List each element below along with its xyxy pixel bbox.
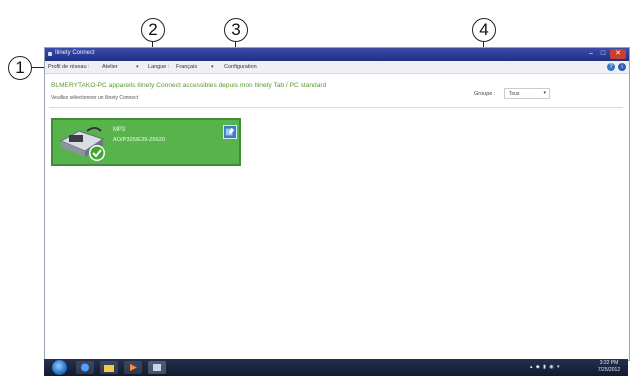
- profile-select[interactable]: Atelier: [102, 64, 118, 70]
- language-select[interactable]: Français: [176, 64, 197, 70]
- browser-icon: [81, 363, 89, 372]
- device-tile[interactable]: MP3 AO/P325/E39-Z6620: [51, 118, 241, 166]
- device-config-icon[interactable]: [223, 125, 237, 139]
- help-icon[interactable]: ?: [607, 63, 615, 71]
- app-icon: [48, 52, 52, 56]
- title-bar: Ilinety Connect – □ ✕: [45, 48, 629, 61]
- minimize-button[interactable]: –: [585, 49, 597, 59]
- start-button[interactable]: [52, 360, 67, 375]
- close-button[interactable]: ✕: [610, 49, 626, 59]
- profile-chevron-down-icon[interactable]: ▾: [136, 64, 139, 70]
- language-label: Langue :: [148, 64, 170, 70]
- group-chevron-down-icon: ▾: [543, 90, 546, 96]
- profile-label: Profil de réseau :: [48, 64, 90, 70]
- device-connected-icon: [59, 127, 105, 161]
- maximize-button[interactable]: □: [597, 49, 609, 59]
- app-window: Ilinety Connect – □ ✕ Profil de réseau :…: [44, 47, 630, 361]
- taskbar: ▴ ◆ ▮ ◉ ▾ 3:22 PM 7/25/2012: [44, 359, 628, 376]
- clock-date: 7/25/2012: [597, 367, 621, 373]
- callout-2: 2: [141, 18, 165, 42]
- divider: [49, 107, 623, 108]
- group-select[interactable]: Tous ▾: [504, 88, 550, 99]
- taskbar-explorer[interactable]: [100, 361, 118, 374]
- taskbar-browser[interactable]: [76, 361, 94, 374]
- callout-1: 1: [8, 56, 32, 80]
- info-icon[interactable]: i: [618, 63, 626, 71]
- group-label: Groupe :: [474, 91, 496, 97]
- device-serial: AO/P325/E39-Z6620: [113, 137, 165, 143]
- app-icon-taskbar: [153, 364, 161, 371]
- clock[interactable]: 3:22 PM 7/25/2012: [593, 360, 625, 374]
- clock-time: 3:22 PM: [599, 360, 619, 366]
- configuration-menu[interactable]: Configuration: [224, 64, 257, 70]
- language-chevron-down-icon[interactable]: ▾: [211, 64, 214, 70]
- taskbar-app[interactable]: [148, 361, 166, 374]
- callout-4: 4: [472, 18, 496, 42]
- media-icon: [130, 364, 137, 371]
- folder-icon: [104, 365, 114, 372]
- group-select-value: Tous: [509, 90, 520, 97]
- device-name: MP3: [113, 127, 126, 133]
- selection-hint: Veuillez sélectionner un Ilinety Connect: [51, 95, 138, 101]
- toolbar: Profil de réseau : Atelier ▾ Langue : Fr…: [45, 61, 629, 74]
- system-tray-icons[interactable]: ▴ ◆ ▮ ◉ ▾: [530, 364, 561, 370]
- page-title: BLMERYTAKO-PC appareils Ilinety Connect …: [51, 82, 327, 89]
- taskbar-media[interactable]: [124, 361, 142, 374]
- callout-3: 3: [224, 18, 248, 42]
- window-title: Ilinety Connect: [55, 50, 95, 56]
